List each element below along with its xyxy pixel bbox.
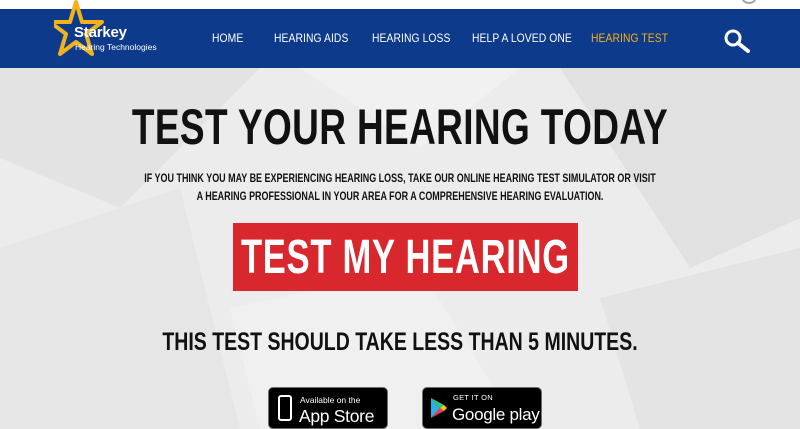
site-header: Starkey Hearing Technologies HOME HEARIN… (0, 0, 800, 68)
nav-item-hearing-aids[interactable]: HEARING AIDS (274, 31, 348, 45)
top-strip (0, 0, 800, 9)
app-store-large-text: App Store (299, 406, 375, 426)
test-my-hearing-label: TEST MY HEARING (241, 230, 570, 284)
google-play-large-text: Google play (452, 405, 540, 424)
search-icon[interactable] (723, 29, 751, 53)
starkey-logo[interactable]: Starkey Hearing Technologies (54, 0, 174, 68)
app-store-small-text: Available on the (300, 395, 361, 405)
logo-brand-name: Starkey (74, 24, 127, 41)
nav-item-hearing-loss[interactable]: HEARING LOSS (372, 31, 450, 45)
app-store-badge[interactable]: Available on the App Store (268, 387, 388, 429)
test-my-hearing-button[interactable]: TEST MY HEARING (233, 223, 578, 291)
hero-description-line-1: IF YOU THINK YOU MAY BE EXPERIENCING HEA… (144, 173, 656, 185)
page-title: TEST YOUR HEARING TODAY (131, 99, 669, 155)
logo-tagline: Hearing Technologies (75, 42, 157, 52)
hero-section: TEST YOUR HEARING TODAY IF YOU THINK YOU… (0, 68, 800, 429)
nav-item-hearing-test[interactable]: HEARING TEST (591, 31, 668, 45)
nav-item-home[interactable]: HOME (212, 31, 243, 45)
nav-item-help-a-loved-one[interactable]: HELP A LOVED ONE (472, 31, 572, 45)
hero-description: IF YOU THINK YOU MAY BE EXPERIENCING HEA… (0, 170, 800, 206)
google-play-small-text: GET IT ON (453, 393, 493, 402)
hero-description-line-2: A HEARING PROFESSIONAL IN YOUR AREA FOR … (196, 191, 604, 203)
corner-glyph (742, 0, 756, 4)
google-play-icon (431, 398, 447, 418)
phone-icon (278, 395, 292, 421)
google-play-badge[interactable]: GET IT ON Google play (422, 387, 542, 429)
duration-note: THIS TEST SHOULD TAKE LESS THAN 5 MINUTE… (162, 328, 638, 356)
